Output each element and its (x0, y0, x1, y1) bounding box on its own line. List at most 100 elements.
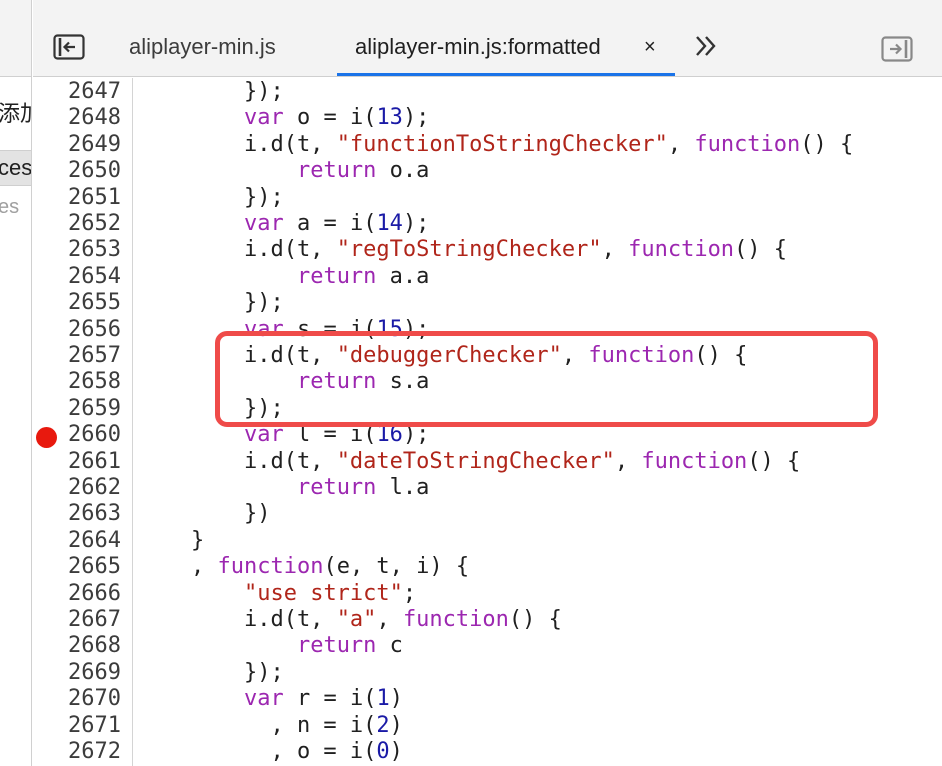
code-line[interactable]: 2650 return o.a (33, 158, 942, 184)
code-token: ) (389, 739, 403, 764)
line-number[interactable]: 2649 (33, 132, 121, 158)
code-token: i.d(t, (138, 448, 337, 474)
line-number[interactable]: 2659 (33, 396, 121, 422)
code-token: , o = i( (138, 739, 377, 764)
keyword-token: function (217, 554, 324, 580)
keyword-token: function (694, 131, 801, 157)
line-number[interactable]: 2658 (33, 369, 121, 395)
line-number[interactable]: 2648 (33, 105, 121, 131)
active-tab-indicator (337, 73, 675, 76)
left-panel-toolbar (0, 0, 31, 77)
line-number[interactable]: 2662 (33, 475, 121, 501)
code-text: i.d(t, "regToStringChecker", function() … (138, 237, 787, 263)
code-text: , function(e, t, i) { (138, 554, 469, 580)
string-token: "use strict" (243, 580, 403, 606)
code-token: a = i( (283, 211, 377, 236)
left-panel-text-fragment: 添加 (0, 101, 31, 126)
line-number[interactable]: 2665 (33, 554, 121, 580)
keyword-token: return (296, 158, 377, 184)
line-number[interactable]: 2651 (33, 185, 121, 211)
code-text: }) (138, 501, 271, 527)
line-number[interactable]: 2667 (33, 607, 121, 633)
code-token: o.a (376, 158, 430, 184)
line-number[interactable]: 2671 (33, 713, 121, 739)
code-token: a.a (376, 263, 430, 289)
keyword-token: function (628, 237, 735, 263)
keyword-token: var (243, 105, 284, 131)
code-line[interactable]: 2652 var a = i(14); (33, 211, 942, 237)
line-number[interactable]: 2660 (33, 422, 121, 448)
code-line[interactable]: 2653 i.d(t, "regToStringChecker", functi… (33, 237, 942, 263)
code-line[interactable]: 2667 i.d(t, "a", function() { (33, 607, 942, 633)
code-line[interactable]: 2664 } (33, 528, 942, 554)
code-token: , (138, 554, 218, 580)
code-line[interactable]: 2651 }); (33, 185, 942, 211)
code-line[interactable]: 2672 , o = i(0) (33, 739, 942, 765)
line-number[interactable]: 2669 (33, 660, 121, 686)
toggle-navigator-icon[interactable] (53, 34, 85, 60)
close-tab-icon[interactable]: × (644, 36, 656, 59)
code-line[interactable]: 2668 return c (33, 633, 942, 659)
code-token: () { (747, 448, 801, 474)
line-number[interactable]: 2654 (33, 264, 121, 290)
keyword-token: function (402, 607, 509, 632)
code-token: () { (800, 131, 854, 157)
code-line[interactable]: 2649 i.d(t, "functionToStringChecker", f… (33, 132, 942, 158)
code-text: }); (138, 79, 284, 105)
code-token: () { (734, 237, 788, 263)
left-panel-item-label[interactable]: es (0, 196, 19, 219)
line-number[interactable]: 2653 (33, 237, 121, 263)
code-line[interactable]: 2661 i.d(t, "dateToStringChecker", funct… (33, 449, 942, 475)
code-text: return c (138, 633, 403, 659)
code-line[interactable]: 2648 var o = i(13); (33, 105, 942, 131)
string-token: "a" (336, 607, 377, 632)
line-number[interactable]: 2656 (33, 317, 121, 343)
toggle-debugger-sidebar-icon[interactable] (881, 36, 913, 62)
code-line[interactable]: 2663 }) (33, 501, 942, 527)
code-token: i.d(t, (138, 237, 337, 263)
line-number[interactable]: 2661 (33, 449, 121, 475)
code-text: "use strict"; (138, 581, 416, 607)
code-line[interactable]: 2666 "use strict"; (33, 581, 942, 607)
code-line[interactable]: 2662 return l.a (33, 475, 942, 501)
code-line[interactable]: 2671 , n = i(2) (33, 713, 942, 739)
tab-aliplayer-min-js[interactable]: aliplayer-min.js (129, 0, 276, 77)
line-number[interactable]: 2647 (33, 79, 121, 105)
code-token: ); (402, 105, 430, 131)
code-line[interactable]: 2670 var r = i(1) (33, 686, 942, 712)
code-text: var o = i(13); (138, 105, 429, 131)
code-text: , o = i(0) (138, 739, 403, 765)
line-number[interactable]: 2666 (33, 581, 121, 607)
left-panel-selected-item-label: ces (0, 155, 32, 180)
line-number[interactable]: 2655 (33, 290, 121, 316)
code-text: }); (138, 290, 284, 316)
line-number[interactable]: 2652 (33, 211, 121, 237)
code-token: }); (138, 659, 284, 685)
line-number[interactable]: 2650 (33, 158, 121, 184)
code-line[interactable]: 2665 , function(e, t, i) { (33, 554, 942, 580)
line-number[interactable]: 2657 (33, 343, 121, 369)
keyword-token: return (296, 263, 377, 289)
code-token: , (667, 131, 695, 157)
more-tabs-chevron-icon[interactable] (693, 32, 719, 60)
code-token: ) (389, 686, 403, 712)
line-number[interactable]: 2672 (33, 739, 121, 765)
code-line[interactable]: 2654 return a.a (33, 264, 942, 290)
line-number[interactable]: 2663 (33, 501, 121, 527)
tab-aliplayer-min-js-formatted[interactable]: aliplayer-min.js:formatted (355, 0, 601, 77)
code-token: ); (402, 211, 430, 236)
line-number[interactable]: 2670 (33, 686, 121, 712)
code-text: , n = i(2) (138, 713, 402, 739)
code-line[interactable]: 2669 }); (33, 660, 942, 686)
number-token: 14 (376, 211, 403, 236)
code-token: , (376, 607, 403, 632)
code-line[interactable]: 2647 }); (33, 79, 942, 105)
line-number[interactable]: 2668 (33, 633, 121, 659)
keyword-token: return (296, 475, 377, 500)
line-number[interactable]: 2664 (33, 528, 121, 554)
number-token: 1 (376, 686, 390, 712)
code-line[interactable]: 2655 }); (33, 290, 942, 316)
